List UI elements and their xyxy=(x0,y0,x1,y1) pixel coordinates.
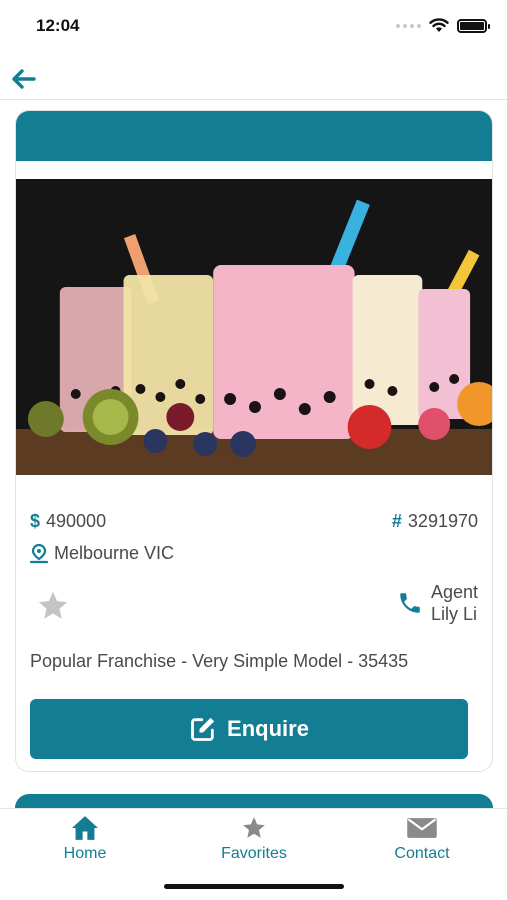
edit-icon xyxy=(191,717,215,741)
price-value: 490000 xyxy=(46,511,107,531)
agent-contact[interactable]: Agent Lily Li xyxy=(397,581,478,625)
price-row: $ 490000 xyxy=(30,511,106,532)
nav-bar xyxy=(0,58,507,100)
hash-icon: # xyxy=(391,511,402,531)
star-icon xyxy=(243,817,265,838)
status-time: 12:04 xyxy=(36,16,80,35)
tab-contact[interactable]: Contact xyxy=(362,815,482,863)
agent-text: Agent Lily Li xyxy=(431,581,478,625)
battery-icon xyxy=(457,18,490,33)
signal-icon xyxy=(396,23,421,28)
home-icon xyxy=(72,816,98,840)
listing-id-value: 3291970 xyxy=(407,511,478,531)
tab-home[interactable]: Home xyxy=(25,815,145,863)
listing-image[interactable] xyxy=(16,179,492,475)
card-header xyxy=(16,111,492,161)
status-icons xyxy=(396,18,490,33)
tab-favorites[interactable]: Favorites xyxy=(194,815,314,863)
enquire-button[interactable]: Enquire xyxy=(30,699,468,759)
location-row: Melbourne VIC xyxy=(30,543,174,564)
tab-contact-label: Contact xyxy=(394,845,450,862)
favorite-star-icon[interactable] xyxy=(36,589,70,623)
agent-title: Agent xyxy=(430,582,478,602)
envelope-icon xyxy=(407,818,437,838)
enquire-label: Enquire xyxy=(227,716,309,741)
listing-description: Popular Franchise - Very Simple Model - … xyxy=(30,651,409,671)
listing-card[interactable]: $ 490000 # 3291970 Melbourne VIC Agent L… xyxy=(15,110,493,772)
home-indicator[interactable] xyxy=(164,884,344,889)
agent-name: Lily Li xyxy=(430,604,477,624)
wifi-icon xyxy=(429,18,449,32)
map-pin-icon xyxy=(30,543,48,563)
tab-favorites-label: Favorites xyxy=(221,845,287,862)
tab-home-label: Home xyxy=(63,845,107,862)
listing-id-row: # 3291970 xyxy=(392,511,478,532)
phone-icon xyxy=(400,593,420,613)
location-value: Melbourne VIC xyxy=(54,543,175,563)
status-bar: 12:04 xyxy=(0,0,507,52)
dollar-icon: $ xyxy=(30,511,41,531)
back-arrow-icon[interactable] xyxy=(8,64,38,94)
